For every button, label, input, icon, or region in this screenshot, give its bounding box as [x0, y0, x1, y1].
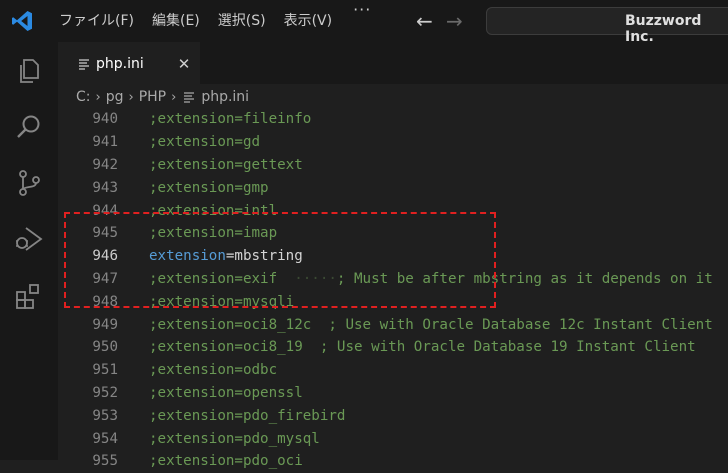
code-line: 951 ;extension=odbc — [58, 359, 728, 382]
back-arrow-icon[interactable]: ← — [409, 9, 439, 33]
code-line: 943 ;extension=gmp — [58, 176, 728, 199]
line-number: 940 — [92, 111, 118, 128]
line-number: 948 — [92, 293, 118, 310]
line-number: 944 — [92, 202, 118, 219]
code-text: ;extension=exif ·····; Must be after mbs… — [149, 271, 713, 287]
code-text: ;extension=gettext — [149, 156, 303, 173]
code-text: ;extension=pdo_mysql — [149, 430, 320, 447]
activity-bar — [0, 42, 58, 460]
code-text: ;extension=pdo_firebird — [149, 407, 346, 424]
breadcrumb-separator: › — [171, 89, 177, 105]
code-text: ;extension=gd — [149, 134, 261, 151]
code-text: ;extension=intl — [149, 202, 278, 219]
code-text: ;extension=oci8_19 ; Use with Oracle Dat… — [149, 339, 696, 356]
line-number: 945 — [92, 225, 118, 242]
breadcrumb-folder-pg[interactable]: pg — [106, 89, 124, 105]
forward-arrow-icon[interactable]: → — [439, 9, 469, 33]
line-number: 947 — [92, 270, 118, 287]
breadcrumb-separator: › — [128, 89, 134, 105]
breadcrumb-folder-php[interactable]: PHP — [139, 89, 166, 105]
code-value: mbstring — [234, 248, 303, 265]
code-text: ;extension=gmp — [149, 179, 269, 196]
tab-strip: php.ini ✕ — [58, 42, 728, 85]
code-text: ;extension=pdo_oci — [149, 453, 303, 470]
menu-bar: ファイル(F) 編集(E) 選択(S) 表示(V) ··· — [50, 0, 383, 42]
breadcrumb-separator: › — [95, 89, 101, 105]
menu-edit[interactable]: 編集(E) — [143, 0, 209, 42]
extensions-icon[interactable] — [14, 282, 44, 312]
code-line: 941 ;extension=gd — [58, 131, 728, 154]
line-number: 955 — [92, 453, 118, 470]
code-comment: ;extension=exif — [149, 270, 278, 287]
file-lines-icon — [79, 59, 89, 70]
code-line: 944 ;extension=intl — [58, 199, 728, 222]
tab-php-ini[interactable]: php.ini ✕ — [58, 42, 200, 85]
line-number: 950 — [92, 339, 118, 356]
code-line: 955 ;extension=pdo_oci — [58, 450, 728, 473]
code-line-active: 946 extension=mbstring — [58, 245, 728, 268]
line-number: 941 — [92, 134, 118, 151]
code-text: ;extension=fileinfo — [149, 111, 312, 128]
line-number: 952 — [92, 384, 118, 401]
menu-view[interactable]: 表示(V) — [275, 0, 342, 42]
code-line: 952 ;extension=openssl — [58, 382, 728, 405]
file-lines-icon — [184, 92, 195, 103]
code-line: 949 ;extension=oci8_12c ; Use with Oracle… — [58, 313, 728, 336]
line-number: 946 — [92, 248, 118, 265]
close-icon[interactable]: ✕ — [178, 55, 191, 73]
code-line: 945 ;extension=imap — [58, 222, 728, 245]
code-text: ;extension=odbc — [149, 362, 278, 379]
code-text: extension=mbstring — [149, 248, 303, 264]
code-text: ;extension=imap — [149, 225, 278, 242]
title-bar: ファイル(F) 編集(E) 選択(S) 表示(V) ··· ← → Buzzwo… — [0, 0, 728, 45]
editor-area: php.ini ✕ C: › pg › PHP › php.ini 940 ;ex… — [58, 42, 728, 469]
code-line: 947 ;extension=exif ·····; Must be after … — [58, 268, 728, 291]
breadcrumb-file[interactable]: php.ini — [201, 89, 249, 105]
code-line: 942 ;extension=gettext — [58, 154, 728, 177]
whitespace-marker: ····· — [277, 270, 337, 287]
command-center-search[interactable]: Buzzword Inc. — [486, 7, 728, 45]
code-comment: ; Must be after mbstring as it depends o… — [336, 270, 713, 287]
breadcrumb: C: › pg › PHP › php.ini — [58, 84, 249, 110]
vscode-logo-icon[interactable] — [10, 9, 34, 33]
line-number: 943 — [92, 179, 118, 196]
search-text: Buzzword Inc. — [625, 13, 702, 45]
run-and-debug-icon[interactable] — [14, 224, 44, 254]
code-line: 953 ;extension=pdo_firebird — [58, 404, 728, 427]
line-number: 954 — [92, 430, 118, 447]
code-line: 948 ;extension=mysqli — [58, 290, 728, 313]
code-line: 950 ;extension=oci8_19 ; Use with Oracle … — [58, 336, 728, 359]
navigation-arrows: ← → — [409, 9, 469, 33]
line-number: 949 — [92, 316, 118, 333]
breadcrumb-drive[interactable]: C: — [76, 89, 91, 105]
menu-file[interactable]: ファイル(F) — [50, 0, 143, 42]
line-number: 942 — [92, 156, 118, 173]
explorer-icon[interactable] — [14, 56, 44, 86]
source-control-icon[interactable] — [14, 168, 44, 198]
search-icon[interactable] — [14, 112, 44, 142]
code-text: ;extension=oci8_12c ; Use with Oracle Da… — [149, 316, 713, 333]
line-number: 953 — [92, 407, 118, 424]
code-line: 954 ;extension=pdo_mysql — [58, 427, 728, 450]
tab-label: php.ini — [96, 56, 144, 72]
code-line: 940 ;extension=fileinfo — [58, 108, 728, 131]
code-keyword: extension — [149, 248, 226, 265]
menu-selection[interactable]: 選択(S) — [209, 0, 275, 42]
code-text: ;extension=mysqli — [149, 293, 295, 310]
code-text: ;extension=openssl — [149, 384, 303, 401]
line-number: 951 — [92, 362, 118, 379]
more-menu-button[interactable]: ··· — [341, 0, 383, 42]
